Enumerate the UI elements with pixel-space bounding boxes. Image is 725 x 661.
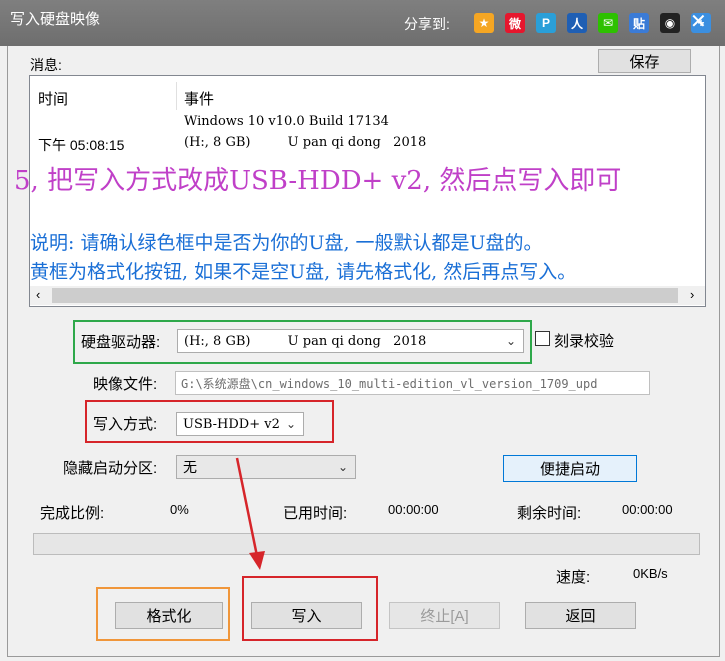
arrow-annotation (235, 457, 265, 570)
back-button[interactable]: 返回 (525, 602, 636, 629)
arrow-line (235, 457, 259, 557)
arrow-head-icon (249, 551, 265, 570)
stop-button[interactable]: 终止[A] (389, 602, 500, 629)
write-button[interactable]: 写入 (251, 602, 362, 629)
format-button[interactable]: 格式化 (115, 602, 223, 629)
